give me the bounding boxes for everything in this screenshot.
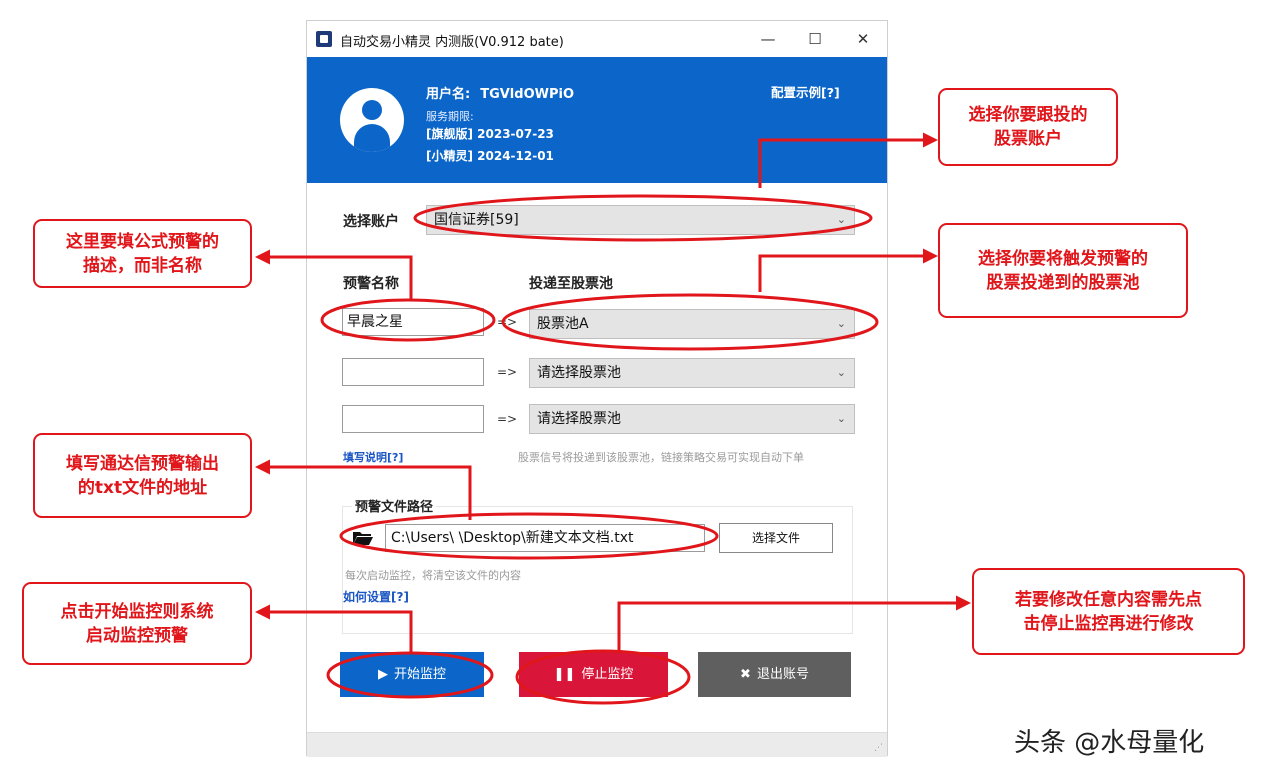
- start-monitor-label: 开始监控: [393, 667, 446, 682]
- folder-icon: [353, 532, 373, 545]
- callout-formula-description: 这里要填公式预警的 描述，而非名称: [33, 219, 252, 288]
- pool-select-2[interactable]: 请选择股票池 ⌄: [529, 358, 855, 388]
- username-row: 用户名: TGVldOWPiO: [426, 83, 574, 102]
- chevron-down-icon: ⌄: [836, 412, 846, 425]
- logout-button[interactable]: ✖ 退出账号: [698, 652, 851, 697]
- close-button[interactable]: ✕: [848, 27, 878, 51]
- window-title: 自动交易小精灵 内测版(V0.912 bate): [340, 35, 564, 50]
- alert-name-header: 预警名称: [343, 276, 399, 292]
- account-select-value: 国信证券[59]: [434, 212, 519, 228]
- arrow-label: =>: [497, 412, 518, 426]
- account-select[interactable]: 国信证券[59] ⌄: [426, 205, 855, 235]
- pool-select-3[interactable]: 请选择股票池 ⌄: [529, 404, 855, 434]
- pause-icon: ❚❚: [553, 667, 576, 682]
- pool-select-value: 请选择股票池: [537, 411, 621, 427]
- arrow-label: =>: [497, 315, 518, 329]
- user-avatar-icon: [340, 88, 404, 152]
- pool-select-value: 请选择股票池: [537, 365, 621, 381]
- file-path-input[interactable]: C:\Users\ \Desktop\新建文本文档.txt: [385, 524, 705, 552]
- username-value: TGVldOWPiO: [480, 87, 574, 102]
- username-label: 用户名:: [426, 87, 471, 102]
- alert-name-input-3[interactable]: [342, 405, 484, 433]
- play-icon: ▶: [377, 667, 388, 682]
- app-logo-icon: [316, 31, 332, 47]
- status-bar: ⋰: [307, 732, 887, 757]
- fill-instructions-link[interactable]: 填写说明[?]: [343, 449, 403, 465]
- service-period-label: 服务期限:: [426, 110, 474, 123]
- pool-hint-text: 股票信号将投递到该股票池，链接策略交易可实现自动下单: [518, 451, 804, 464]
- choose-file-button[interactable]: 选择文件: [719, 523, 833, 553]
- how-to-setup-link[interactable]: 如何设置[?]: [343, 588, 409, 605]
- alert-file-path-label: 预警文件路径: [352, 496, 437, 515]
- alert-name-input-1[interactable]: 早晨之星: [342, 308, 484, 336]
- alert-name-input-2[interactable]: [342, 358, 484, 386]
- clear-file-note: 每次启动监控，将清空该文件的内容: [345, 569, 521, 582]
- close-x-icon: ✖: [740, 667, 751, 682]
- chevron-down-icon: ⌄: [836, 317, 846, 330]
- stop-monitor-button[interactable]: ❚❚ 停止监控: [519, 652, 668, 697]
- callout-select-pool: 选择你要将触发预警的 股票投递到的股票池: [938, 223, 1188, 318]
- chevron-down-icon: ⌄: [836, 366, 846, 379]
- target-pool-header: 投递至股票池: [529, 276, 613, 292]
- title-bar: 自动交易小精灵 内测版(V0.912 bate) — ☐ ✕: [307, 21, 887, 57]
- maximize-button[interactable]: ☐: [800, 27, 830, 51]
- start-monitor-button[interactable]: ▶ 开始监控: [340, 652, 484, 697]
- chevron-down-icon: ⌄: [836, 213, 846, 226]
- logout-label: 退出账号: [756, 667, 809, 682]
- callout-start-monitor: 点击开始监控则系统 启动监控预警: [22, 582, 252, 665]
- app-window: 自动交易小精灵 内测版(V0.912 bate) — ☐ ✕ 用户名: TGVld…: [306, 20, 888, 757]
- pool-select-value: 股票池A: [537, 316, 589, 332]
- user-header: 用户名: TGVldOWPiO 服务期限: [旗舰版] 2023-07-23 [小…: [307, 57, 887, 183]
- arrow-label: =>: [497, 365, 518, 379]
- account-label: 选择账户: [343, 214, 399, 230]
- watermark-text: 头条 @水母量化: [1014, 728, 1205, 758]
- pool-select-1[interactable]: 股票池A ⌄: [529, 309, 855, 339]
- callout-stop-to-modify: 若要修改任意内容需先点 击停止监控再进行修改: [972, 568, 1245, 655]
- resize-grip-icon[interactable]: ⋰: [874, 743, 883, 753]
- mini-expiry: [小精灵] 2024-12-01: [426, 149, 554, 163]
- config-example-link[interactable]: 配置示例[?]: [771, 82, 840, 101]
- callout-select-account: 选择你要跟投的 股票账户: [938, 88, 1118, 166]
- minimize-button[interactable]: —: [753, 27, 783, 51]
- flagship-expiry: [旗舰版] 2023-07-23: [426, 127, 554, 141]
- callout-txt-path: 填写通达信预警输出 的txt文件的地址: [33, 433, 252, 518]
- stop-monitor-label: 停止监控: [581, 667, 634, 682]
